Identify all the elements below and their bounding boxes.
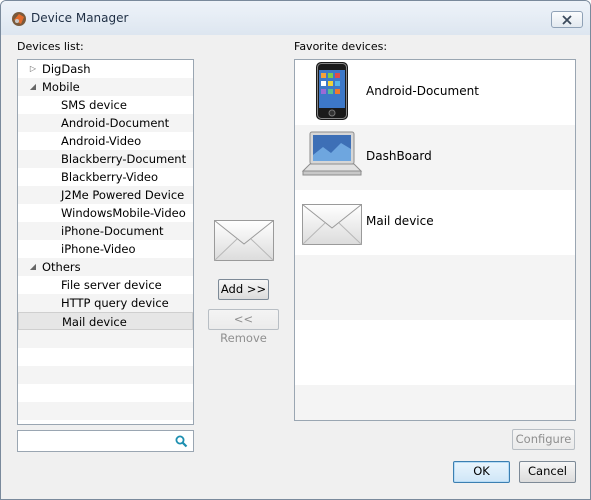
favorite-empty-row bbox=[295, 255, 575, 320]
expanded-arrow-icon[interactable]: ◢ bbox=[27, 78, 39, 96]
tree-item[interactable]: ◢ Mobile bbox=[18, 78, 193, 96]
devices-tree[interactable]: ▷ DigDash ◢ Mobile SMS device Android-Documen… bbox=[17, 59, 194, 425]
tree-item[interactable]: WindowsMobile-Video bbox=[18, 204, 193, 222]
tree-item-label: Mail device bbox=[62, 315, 127, 329]
tree-empty-row bbox=[18, 348, 193, 366]
tree-item[interactable]: ▷ DigDash bbox=[18, 60, 193, 78]
favorite-devices-list[interactable]: Android-Document DashBoard Mail device bbox=[294, 59, 576, 421]
tree-empty-row bbox=[18, 330, 193, 348]
window-title: Device Manager bbox=[31, 11, 129, 25]
tree-item[interactable]: J2Me Powered Device bbox=[18, 186, 193, 204]
tree-item-label: Blackberry-Video bbox=[61, 170, 159, 184]
collapsed-arrow-icon[interactable]: ▷ bbox=[27, 60, 39, 78]
tree-item-label: iPhone-Document bbox=[61, 224, 164, 238]
favorite-devices-label: Favorite devices: bbox=[294, 40, 388, 53]
favorite-empty-row bbox=[295, 385, 575, 420]
tree-item-label: J2Me Powered Device bbox=[61, 188, 185, 202]
remove-button[interactable]: << Remove bbox=[208, 309, 279, 345]
favorite-empty-row bbox=[295, 320, 575, 385]
tree-item[interactable]: iPhone-Video bbox=[18, 240, 193, 258]
tree-item-label: WindowsMobile-Video bbox=[61, 206, 186, 220]
tree-item-label: HTTP query device bbox=[61, 296, 169, 310]
tree-item[interactable]: Android-Video bbox=[18, 132, 193, 150]
tree-item-label: Mobile bbox=[42, 80, 80, 94]
close-icon bbox=[562, 15, 572, 25]
tree-empty-row bbox=[18, 402, 193, 420]
add-button[interactable]: Add >> bbox=[218, 279, 269, 300]
tree-item-label: Android-Document bbox=[61, 116, 170, 130]
tree-item-label: Android-Video bbox=[61, 134, 142, 148]
ok-button[interactable]: OK bbox=[453, 461, 510, 483]
tree-item[interactable]: ◢ Others bbox=[18, 258, 193, 276]
smartphone-icon bbox=[301, 62, 363, 123]
laptop-icon bbox=[301, 127, 363, 188]
title-bar: Device Manager bbox=[1, 1, 590, 35]
devices-list-label: Devices list: bbox=[17, 40, 84, 53]
tree-empty-row bbox=[18, 366, 193, 384]
tree-item[interactable]: Blackberry-Document bbox=[18, 150, 193, 168]
tree-item[interactable]: SMS device bbox=[18, 96, 193, 114]
tree-item-label: Others bbox=[42, 260, 81, 274]
tree-item[interactable]: Blackberry-Video bbox=[18, 168, 193, 186]
favorite-item-label: Mail device bbox=[366, 214, 434, 228]
app-icon bbox=[11, 11, 27, 27]
favorite-item-label: Android-Document bbox=[366, 84, 479, 98]
dialog-content: Devices list: ▷ DigDash ◢ Mobile SMS device A… bbox=[1, 35, 590, 499]
tree-empty-row bbox=[18, 384, 193, 402]
tree-item-label: SMS device bbox=[61, 98, 127, 112]
close-button[interactable] bbox=[551, 11, 583, 28]
tree-item[interactable]: Android-Document bbox=[18, 114, 193, 132]
search-icon[interactable] bbox=[175, 435, 188, 451]
configure-button[interactable]: Configure bbox=[512, 429, 575, 450]
search-input[interactable] bbox=[21, 433, 171, 449]
cancel-button[interactable]: Cancel bbox=[519, 461, 576, 483]
tree-item-label: DigDash bbox=[42, 62, 91, 76]
search-box[interactable] bbox=[17, 430, 194, 452]
tree-item[interactable]: Mail device bbox=[18, 312, 193, 330]
favorite-item-mail-device[interactable]: Mail device bbox=[295, 190, 575, 255]
tree-item-label: File server device bbox=[61, 278, 162, 292]
device-manager-window: Device Manager Devices list: ▷ DigDash ◢ Mo… bbox=[0, 0, 591, 500]
favorite-item-dashboard[interactable]: DashBoard bbox=[295, 125, 575, 190]
tree-item[interactable]: HTTP query device bbox=[18, 294, 193, 312]
tree-item-label: iPhone-Video bbox=[61, 242, 136, 256]
favorite-item-label: DashBoard bbox=[366, 149, 432, 163]
tree-item[interactable]: File server device bbox=[18, 276, 193, 294]
mail-icon bbox=[213, 219, 275, 266]
expanded-arrow-icon[interactable]: ◢ bbox=[27, 258, 39, 276]
favorite-item-android-document[interactable]: Android-Document bbox=[295, 60, 575, 125]
mail-icon bbox=[301, 192, 363, 253]
tree-item-label: Blackberry-Document bbox=[61, 152, 187, 166]
tree-item[interactable]: iPhone-Document bbox=[18, 222, 193, 240]
